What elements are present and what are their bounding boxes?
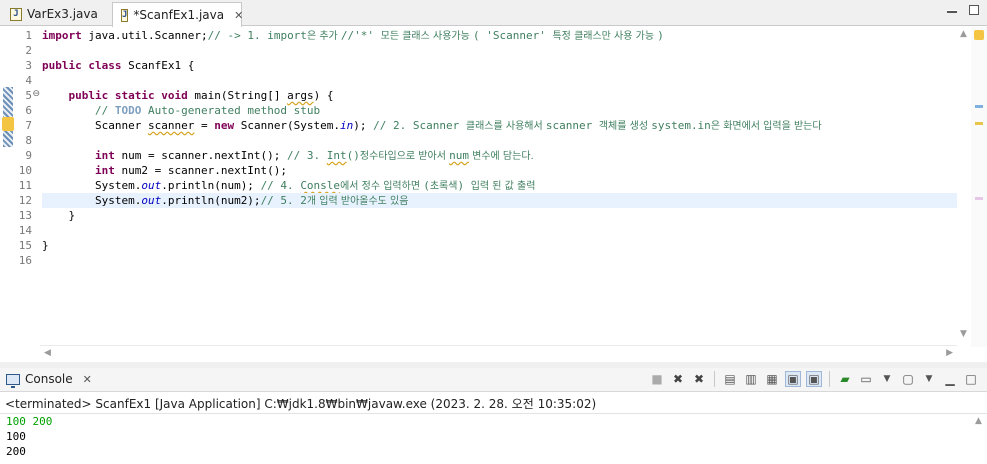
tab-console[interactable]: Console ✕ (6, 372, 92, 388)
code-editor[interactable]: 1 2 3 4 5 ⊖ 6 7 8 9 10 11 12 13 14 15 16 import java.uti… (0, 27, 987, 362)
line-number: 9 (25, 149, 32, 162)
console-output[interactable]: ▲ 100 200 100 200 (0, 413, 987, 464)
maximize-icon[interactable] (969, 5, 979, 15)
tab-varex3[interactable]: J VarEx3.java (2, 2, 110, 26)
line-number: 14 (18, 224, 32, 237)
tab-scanfex1[interactable]: J *ScanfEx1.java ✕ (112, 2, 243, 27)
toolbar-separator (714, 371, 715, 387)
line-number: 5 (25, 89, 32, 102)
console-output-line: 200 (6, 445, 26, 458)
vertical-scrollbar[interactable]: ▲ ▼ (957, 27, 971, 347)
scroll-right-icon[interactable]: ▶ (946, 348, 953, 358)
toolbar-separator (829, 371, 830, 387)
minimize-icon[interactable]: ▁ (942, 371, 958, 387)
overview-mark[interactable] (975, 197, 983, 200)
line-number: 15 (18, 239, 32, 252)
console-tab-label: Console (25, 372, 73, 386)
overview-mark[interactable] (975, 105, 983, 108)
line-number: 2 (25, 44, 32, 57)
minimize-icon[interactable] (947, 10, 957, 13)
terminate-icon[interactable]: ■ (649, 371, 665, 387)
java-file-icon: J (10, 7, 22, 21)
code-line[interactable]: public static void main(String[] args) { (42, 88, 334, 103)
clear-console-icon[interactable]: ▤ (722, 371, 738, 387)
pin-console-icon[interactable]: ▰ (837, 371, 853, 387)
line-number: 11 (18, 179, 32, 192)
console-toolbar: ■ ✖ ✖ ▤ ▥ ▦ ▣ ▣ ▰ ▭ ▼ ▢ ▼ ▁ □ (649, 371, 979, 387)
close-icon[interactable]: ✕ (234, 9, 243, 22)
editor-tab-bar: J VarEx3.java J *ScanfEx1.java ✕ (0, 0, 987, 27)
console-input-line: 100 200 (6, 415, 53, 428)
scroll-lock-icon[interactable]: ▥ (743, 371, 759, 387)
code-line[interactable]: System.out.println(num); // 4. Consle에서 … (42, 178, 535, 193)
code-line[interactable]: } (42, 208, 75, 223)
code-line[interactable]: System.out.println(num2);// 5. 2개 입력 받아올… (42, 193, 957, 208)
line-number: 1 (25, 29, 32, 42)
scroll-down-icon[interactable]: ▼ (960, 329, 967, 339)
code-line[interactable]: int num2 = scanner.nextInt(); (42, 163, 287, 178)
line-number: 7 (25, 119, 32, 132)
line-number: 16 (18, 254, 32, 267)
show-on-stdout-icon[interactable]: ▣ (785, 371, 801, 387)
code-line[interactable]: import java.util.Scanner;// -> 1. import… (42, 28, 664, 43)
maximize-icon[interactable]: □ (963, 371, 979, 387)
scroll-left-icon[interactable]: ◀ (44, 348, 51, 358)
line-number: 6 (25, 104, 32, 117)
remove-all-launches-icon[interactable]: ✖ (691, 371, 707, 387)
code-line[interactable]: Scanner scanner = new Scanner(System.in)… (42, 118, 822, 133)
fold-collapse-icon[interactable]: ⊖ (32, 89, 40, 99)
java-file-icon: J (121, 8, 129, 22)
code-line[interactable]: } (42, 238, 49, 253)
console-output-line: 100 (6, 430, 26, 443)
warning-summary-icon[interactable] (974, 30, 984, 40)
line-number: 3 (25, 59, 32, 72)
line-number: 8 (25, 134, 32, 147)
tab-label: *ScanfEx1.java (133, 8, 225, 22)
scroll-up-icon[interactable]: ▲ (975, 416, 982, 426)
show-on-stderr-icon[interactable]: ▣ (806, 371, 822, 387)
scroll-up-icon[interactable]: ▲ (960, 29, 967, 39)
console-vertical-scrollbar[interactable]: ▲ (971, 414, 987, 464)
close-icon[interactable]: ✕ (83, 373, 92, 386)
tab-label: VarEx3.java (27, 7, 98, 21)
line-number: 13 (18, 209, 32, 222)
display-console-icon[interactable]: ▭ (858, 371, 874, 387)
line-number: 10 (18, 164, 32, 177)
open-console-icon[interactable]: ▢ (900, 371, 916, 387)
chevron-down-icon[interactable]: ▼ (879, 371, 895, 387)
chevron-down-icon[interactable]: ▼ (921, 371, 937, 387)
code-text-area[interactable]: import java.util.Scanner;// -> 1. import… (42, 27, 957, 347)
remove-launch-icon[interactable]: ✖ (670, 371, 686, 387)
line-number-gutter: 1 2 3 4 5 ⊖ 6 7 8 9 10 11 12 13 14 15 16 (14, 27, 40, 347)
horizontal-scrollbar[interactable]: ◀ ▶ (40, 345, 957, 361)
overview-mark[interactable] (975, 122, 983, 125)
line-number: 12 (18, 194, 32, 207)
code-line[interactable]: public class ScanfEx1 { (42, 58, 194, 73)
console-status-text: <terminated> ScanfEx1 [Java Application]… (5, 397, 597, 411)
console-view-header: Console ✕ ■ ✖ ✖ ▤ ▥ ▦ ▣ ▣ ▰ ▭ ▼ ▢ ▼ ▁ □ (0, 368, 987, 392)
code-line[interactable]: // TODO Auto-generated method stub (42, 103, 320, 118)
overview-ruler[interactable] (971, 27, 987, 347)
line-number: 4 (25, 74, 32, 87)
word-wrap-icon[interactable]: ▦ (764, 371, 780, 387)
console-icon (6, 373, 20, 388)
code-line[interactable]: int num = scanner.nextInt(); // 3. Int()… (42, 148, 534, 163)
editor-window-controls (947, 5, 979, 15)
